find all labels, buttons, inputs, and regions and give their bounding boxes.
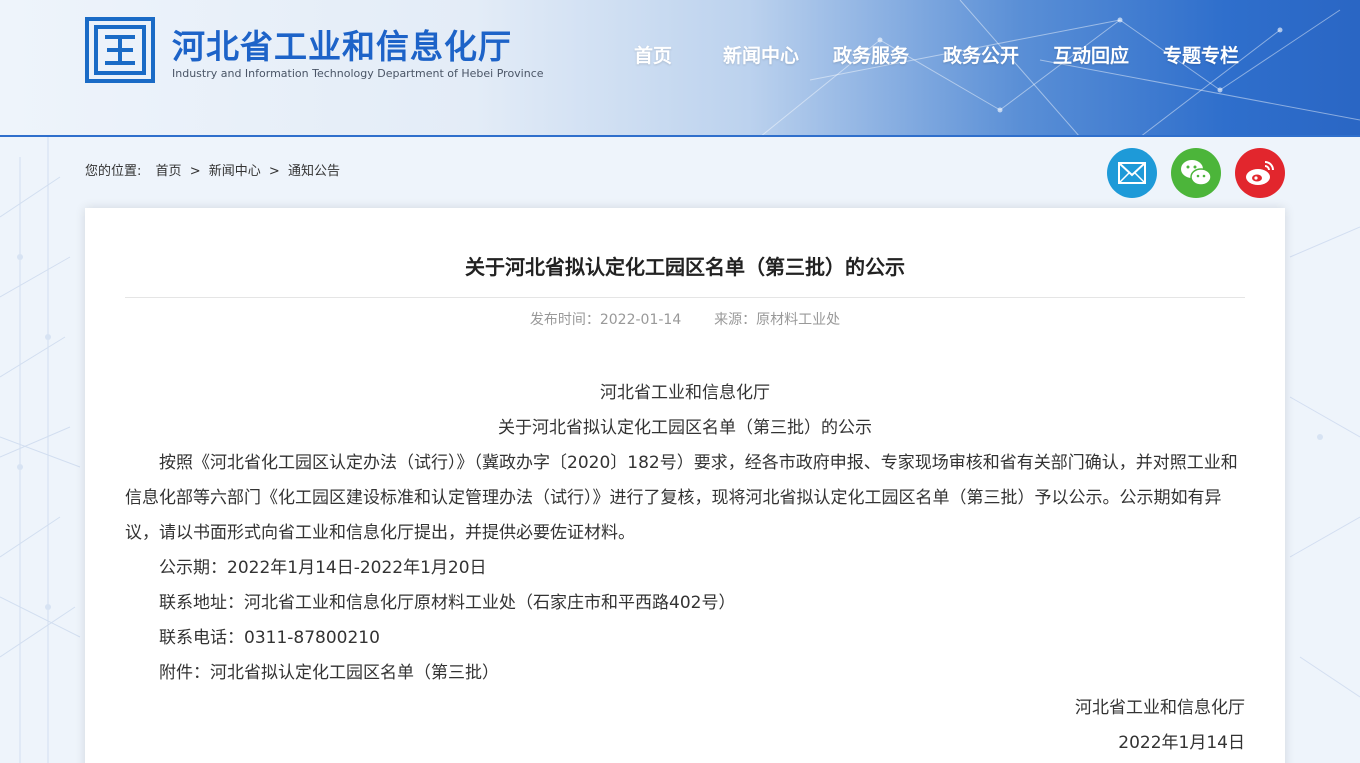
attachment-link[interactable]: 附件：河北省拟认定化工园区名单（第三批） — [125, 656, 1245, 691]
breadcrumb-notices[interactable]: 通知公告 — [288, 164, 340, 179]
site-subtitle: Industry and Information Technology Depa… — [172, 67, 544, 80]
share-weibo-button[interactable] — [1235, 148, 1285, 198]
site-title: 河北省工业和信息化厅 — [172, 27, 512, 66]
email-icon — [1118, 162, 1146, 184]
share-email-button[interactable] — [1107, 148, 1157, 198]
publish-label: 发布时间： — [529, 312, 600, 328]
breadcrumb-lead: 您的位置: — [85, 164, 142, 179]
signature-org: 河北省工业和信息化厅 — [1075, 698, 1245, 718]
publish-date: 2022-01-14 — [599, 312, 682, 328]
breadcrumb-separator: > — [268, 164, 280, 179]
wechat-icon — [1181, 160, 1212, 186]
breadcrumb-news-center[interactable]: 新闻中心 — [209, 164, 261, 179]
breadcrumb-separator: > — [189, 164, 201, 179]
nav-government-services[interactable]: 政务服务 — [833, 41, 909, 68]
nav-interaction[interactable]: 互动回应 — [1053, 41, 1129, 68]
site-header: 河北省工业和信息化厅 Industry and Information Tech… — [0, 0, 1360, 137]
source-label: 来源： — [714, 312, 757, 328]
title-divider — [125, 297, 1245, 298]
article-title: 关于河北省拟认定化工园区名单（第三批）的公示 — [465, 255, 905, 279]
nav-home[interactable]: 首页 — [634, 41, 672, 68]
header-network-decoration — [761, 0, 1360, 135]
org-heading: 河北省工业和信息化厅 — [600, 383, 770, 403]
share-wechat-button[interactable] — [1171, 148, 1221, 198]
signature-date: 2022年1月14日 — [1118, 733, 1245, 753]
nav-government-affairs[interactable]: 政务公开 — [943, 41, 1019, 68]
notice-period: 公示期：2022年1月14日-2022年1月20日 — [159, 558, 487, 578]
nav-special-topics[interactable]: 专题专栏 — [1163, 41, 1239, 68]
source-value: 原材料工业处 — [756, 312, 841, 328]
notice-subheading: 关于河北省拟认定化工园区名单（第三批）的公示 — [498, 418, 872, 438]
article-body: 河北省工业和信息化厅 关于河北省拟认定化工园区名单（第三批）的公示 按照《河北省… — [125, 376, 1245, 761]
contact-address: 联系地址：河北省工业和信息化厅原材料工业处（石家庄市和平西路402号） — [159, 593, 736, 613]
nav-news-center[interactable]: 新闻中心 — [723, 41, 799, 68]
breadcrumb-home[interactable]: 首页 — [156, 164, 182, 179]
contact-phone: 联系电话：0311-87800210 — [159, 628, 380, 648]
breadcrumb: 您的位置: 首页 > 新闻中心 > 通知公告 — [85, 160, 340, 179]
weibo-icon — [1246, 161, 1274, 185]
article-meta: 发布时间：2022-01-14 来源：原材料工业处 — [85, 309, 1285, 329]
article-card: 关于河北省拟认定化工园区名单（第三批）的公示 发布时间：2022-01-14 来… — [85, 208, 1285, 763]
main-paragraph: 按照《河北省化工园区认定办法（试行）》（冀政办字〔2020〕182号）要求，经各… — [125, 453, 1238, 543]
logo-icon — [85, 17, 155, 83]
